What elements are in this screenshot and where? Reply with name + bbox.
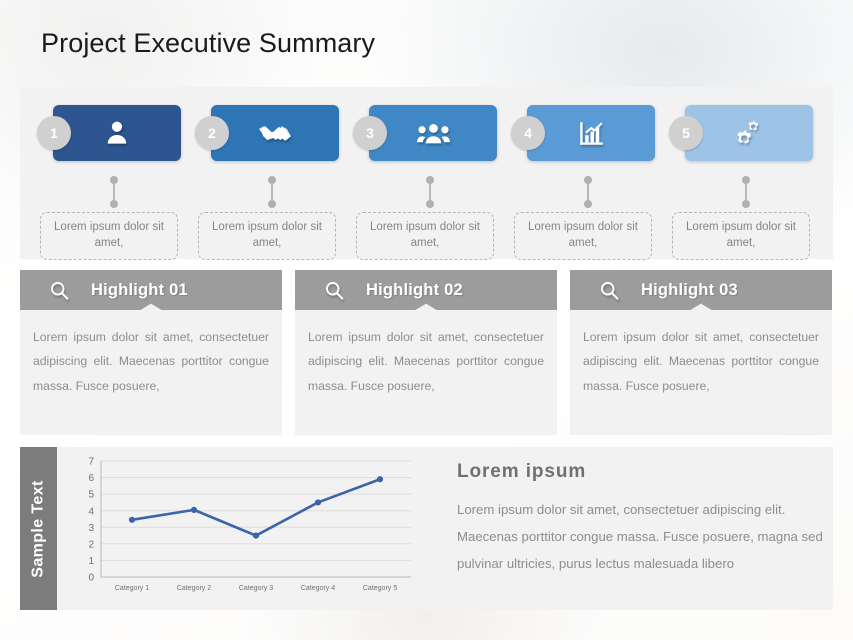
connector-dot-top [268, 176, 276, 184]
slide-canvas: Project Executive Summary 1 Lorem ipsum … [0, 0, 853, 640]
line-chart-svg: 01234567 Category 1 Category 2 Category 3C… [88, 457, 411, 592]
chart-gridlines [100, 460, 411, 578]
x-axis-tick-label: Category 5 [363, 585, 397, 592]
step-3-connector [426, 176, 434, 208]
y-axis-tick-label: 2 [88, 539, 94, 550]
handshake-icon [258, 117, 292, 150]
connector-dot-top [584, 176, 592, 184]
step-3-caption: Lorem ipsum dolor sit amet, [356, 212, 494, 260]
series-data-point [376, 476, 384, 483]
process-step-3[interactable]: 3 Lorem ipsum dolor sit amet, [353, 105, 497, 260]
step-1-connector [110, 176, 118, 208]
x-axis-tick-label: Category 2 [177, 585, 211, 592]
y-axis-tick-label: 5 [88, 490, 94, 501]
process-step-4[interactable]: 4 Lorem ipsum dolor sit amet, [511, 105, 655, 260]
connector-dot-top [110, 176, 118, 184]
step-2-number: 2 [195, 116, 229, 150]
step-4-caption: Lorem ipsum dolor sit amet, [514, 212, 652, 260]
y-axis-tick-label: 3 [88, 523, 94, 534]
search-icon [324, 280, 345, 301]
people-group-icon [416, 117, 450, 150]
step-3-number: 3 [353, 116, 387, 150]
connector-dot-top [742, 176, 750, 184]
series-data-point [190, 506, 198, 513]
connector-dot-top [426, 176, 434, 184]
series-data-point [128, 516, 136, 523]
y-axis-tick-label: 7 [88, 457, 94, 468]
summary-heading: Lorem ipsum [457, 461, 587, 482]
highlight-card-1[interactable]: Highlight 01 Lorem ipsum dolor sit amet,… [20, 270, 282, 435]
step-5-number: 5 [669, 116, 703, 150]
step-4-connector [584, 176, 592, 208]
y-axis-tick-label: 1 [88, 556, 94, 567]
sample-text-label: Sample Text [29, 479, 47, 578]
step-4-number: 4 [511, 116, 545, 150]
highlight-2-title: Highlight 02 [366, 280, 463, 299]
connector-dot-bottom [110, 200, 118, 208]
highlight-1-banner: Highlight 01 [20, 270, 282, 310]
page-title: Project Executive Summary [41, 28, 376, 58]
chart-summary-panel: Sample Text 01234567 Category 1 Category … [20, 447, 833, 610]
bar-chart-icon [578, 120, 605, 147]
highlight-2-banner: Highlight 02 [295, 270, 557, 310]
highlight-card-2[interactable]: Highlight 02 Lorem ipsum dolor sit amet,… [295, 270, 557, 435]
connector-dot-bottom [268, 200, 276, 208]
x-axis-tick-label: Category 1 [115, 585, 149, 592]
connector-dot-bottom [742, 200, 750, 208]
step-1-number: 1 [37, 116, 71, 150]
y-axis-tick-label: 6 [88, 473, 94, 484]
process-steps-panel: 1 Lorem ipsum dolor sit amet, 2 Lorem ip… [20, 87, 833, 260]
highlight-3-body: Lorem ipsum dolor sit amet, consectetuer… [583, 330, 819, 393]
summary-body: Lorem ipsum dolor sit amet, consectetuer… [457, 502, 823, 572]
y-axis-tick-label: 0 [88, 573, 94, 584]
process-step-5[interactable]: 5 Lorem ipsum dolor sit amet, [669, 105, 813, 260]
connector-dot-bottom [426, 200, 434, 208]
highlight-card-3[interactable]: Highlight 03 Lorem ipsum dolor sit amet,… [570, 270, 832, 435]
step-5-box[interactable] [685, 105, 813, 161]
step-5-caption: Lorem ipsum dolor sit amet, [672, 212, 810, 260]
highlight-1-body: Lorem ipsum dolor sit amet, consectetuer… [33, 330, 269, 393]
x-axis-tick-label: Category 3 [239, 585, 273, 592]
sample-text-tab: Sample Text [20, 447, 57, 610]
step-3-box[interactable] [369, 105, 497, 161]
chart-y-axis-ticks: 0 1 2 3 4 5 6 7 [88, 457, 94, 584]
step-2-box[interactable] [211, 105, 339, 161]
summary-text-block: Lorem ipsum Lorem ipsum dolor sit amet, … [457, 461, 827, 577]
chart-x-axis-ticks: Category 1 Category 2 Category 3 Category 4… [115, 585, 397, 592]
step-2-connector [268, 176, 276, 208]
step-2-caption: Lorem ipsum dolor sit amet, [198, 212, 336, 260]
highlight-1-title: Highlight 01 [91, 280, 188, 299]
line-chart: 01234567 Category 1 Category 2 Category 3C… [67, 447, 417, 610]
series-data-point [314, 499, 322, 506]
process-step-1[interactable]: 1 Lorem ipsum dolor sit amet, [37, 105, 181, 260]
y-axis-tick-label: 4 [88, 506, 94, 517]
x-axis-tick-label: Category 4 [301, 585, 335, 592]
process-step-2[interactable]: 2 Lorem ipsum dolor sit amet, [195, 105, 339, 260]
step-5-connector [742, 176, 750, 208]
step-1-caption: Lorem ipsum dolor sit amet, [40, 212, 178, 260]
gears-icon [734, 118, 764, 148]
chart-series-group [128, 476, 384, 539]
step-1-box[interactable] [53, 105, 181, 161]
highlight-3-title: Highlight 03 [641, 280, 738, 299]
search-icon [49, 280, 70, 301]
series-data-point [252, 532, 260, 539]
person-icon [102, 118, 132, 148]
search-icon [599, 280, 620, 301]
connector-dot-bottom [584, 200, 592, 208]
highlight-3-banner: Highlight 03 [570, 270, 832, 310]
step-4-box[interactable] [527, 105, 655, 161]
highlight-2-body: Lorem ipsum dolor sit amet, consectetuer… [308, 330, 544, 393]
